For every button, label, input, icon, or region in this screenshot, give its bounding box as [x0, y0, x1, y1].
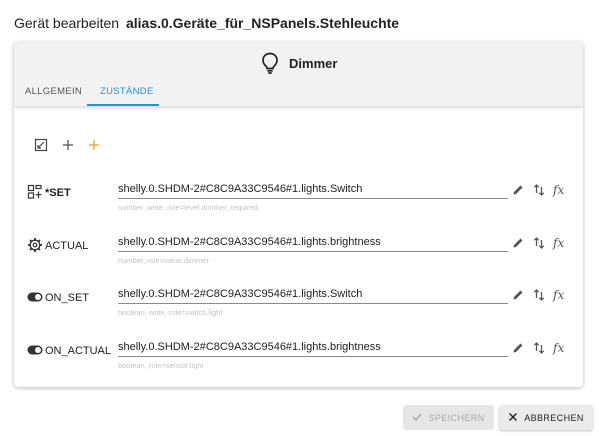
tab-states[interactable]: ZUSTÄNDE	[100, 86, 154, 97]
function-icon[interactable]: fx	[553, 183, 569, 197]
save-button[interactable]: SPEICHERN	[403, 405, 494, 430]
swap-vertical-icon[interactable]	[532, 288, 546, 302]
gear-icon	[27, 237, 43, 253]
dialog-title-path: alias.0.Geräte_für_NSPanels.Stehleuchte	[125, 15, 400, 31]
add-state-icon[interactable]	[61, 138, 75, 152]
state-row-on-set: ON_SET shelly.0.SHDM-2#C8C9A33C9546#1.li…	[14, 288, 583, 328]
state-name: ACTUAL	[45, 240, 89, 252]
state-row-on-actual: ON_ACTUAL shelly.0.SHDM-2#C8C9A33C9546#1…	[14, 341, 583, 381]
pencil-icon[interactable]	[511, 236, 525, 250]
function-icon[interactable]: fx	[553, 288, 569, 302]
state-name: *SET	[45, 187, 71, 199]
device-name: Dimmer	[289, 55, 338, 71]
states-card: Dimmer ALLGEMEIN ZUSTÄNDE *SET shelly.0.…	[14, 42, 583, 387]
save-label: SPEICHERN	[428, 412, 485, 423]
tab-general[interactable]: ALLGEMEIN	[25, 86, 82, 97]
check-icon	[412, 412, 422, 424]
lightbulb-icon	[260, 51, 280, 75]
state-row-actual: ACTUAL shelly.0.SHDM-2#C8C9A33C9546#1.li…	[14, 236, 583, 276]
state-hint: number, write, role=level.dimmer, requir…	[118, 203, 258, 212]
cancel-label: ABBRECHEN	[524, 412, 584, 423]
state-name: ON_ACTUAL	[45, 345, 112, 357]
swap-vertical-icon[interactable]	[532, 341, 546, 355]
edit-device-dialog: Gerät bearbeiten alias.0.Geräte_für_NSPa…	[0, 0, 599, 436]
state-id-input[interactable]: shelly.0.SHDM-2#C8C9A33C9546#1.lights.br…	[118, 341, 508, 357]
pencil-icon[interactable]	[511, 288, 525, 302]
state-hint: boolean, write, role=switch.light	[118, 308, 223, 317]
function-icon[interactable]: fx	[553, 341, 569, 355]
tab-active-indicator	[87, 104, 159, 106]
dashboard-icon	[27, 184, 43, 200]
device-title: Dimmer	[14, 51, 583, 75]
function-icon[interactable]: fx	[553, 236, 569, 250]
swap-vertical-icon[interactable]	[532, 183, 546, 197]
state-hint: number, role=value.dimmer	[118, 256, 210, 265]
swap-vertical-icon[interactable]	[532, 236, 546, 250]
toggle-icon	[27, 342, 43, 358]
state-id-input[interactable]: shelly.0.SHDM-2#C8C9A33C9546#1.lights.Sw…	[118, 183, 508, 199]
close-icon	[508, 412, 518, 424]
state-row-set: *SET shelly.0.SHDM-2#C8C9A33C9546#1.ligh…	[14, 183, 583, 223]
state-hint: boolean, role=sensor.light	[118, 361, 204, 370]
card-header: Dimmer ALLGEMEIN ZUSTÄNDE	[14, 42, 583, 106]
pencil-icon[interactable]	[511, 341, 525, 355]
edit-square-icon[interactable]	[34, 138, 48, 152]
cancel-button[interactable]: ABBRECHEN	[499, 405, 593, 430]
toggle-icon	[27, 289, 43, 305]
add-custom-state-icon[interactable]	[87, 138, 101, 152]
state-id-input[interactable]: shelly.0.SHDM-2#C8C9A33C9546#1.lights.Sw…	[118, 288, 508, 304]
state-name: ON_SET	[45, 292, 90, 304]
dialog-title-prefix: Gerät bearbeiten	[14, 15, 120, 31]
state-id-input[interactable]: shelly.0.SHDM-2#C8C9A33C9546#1.lights.br…	[118, 236, 508, 252]
pencil-icon[interactable]	[511, 183, 525, 197]
dialog-title: Gerät bearbeiten alias.0.Geräte_für_NSPa…	[14, 15, 399, 31]
